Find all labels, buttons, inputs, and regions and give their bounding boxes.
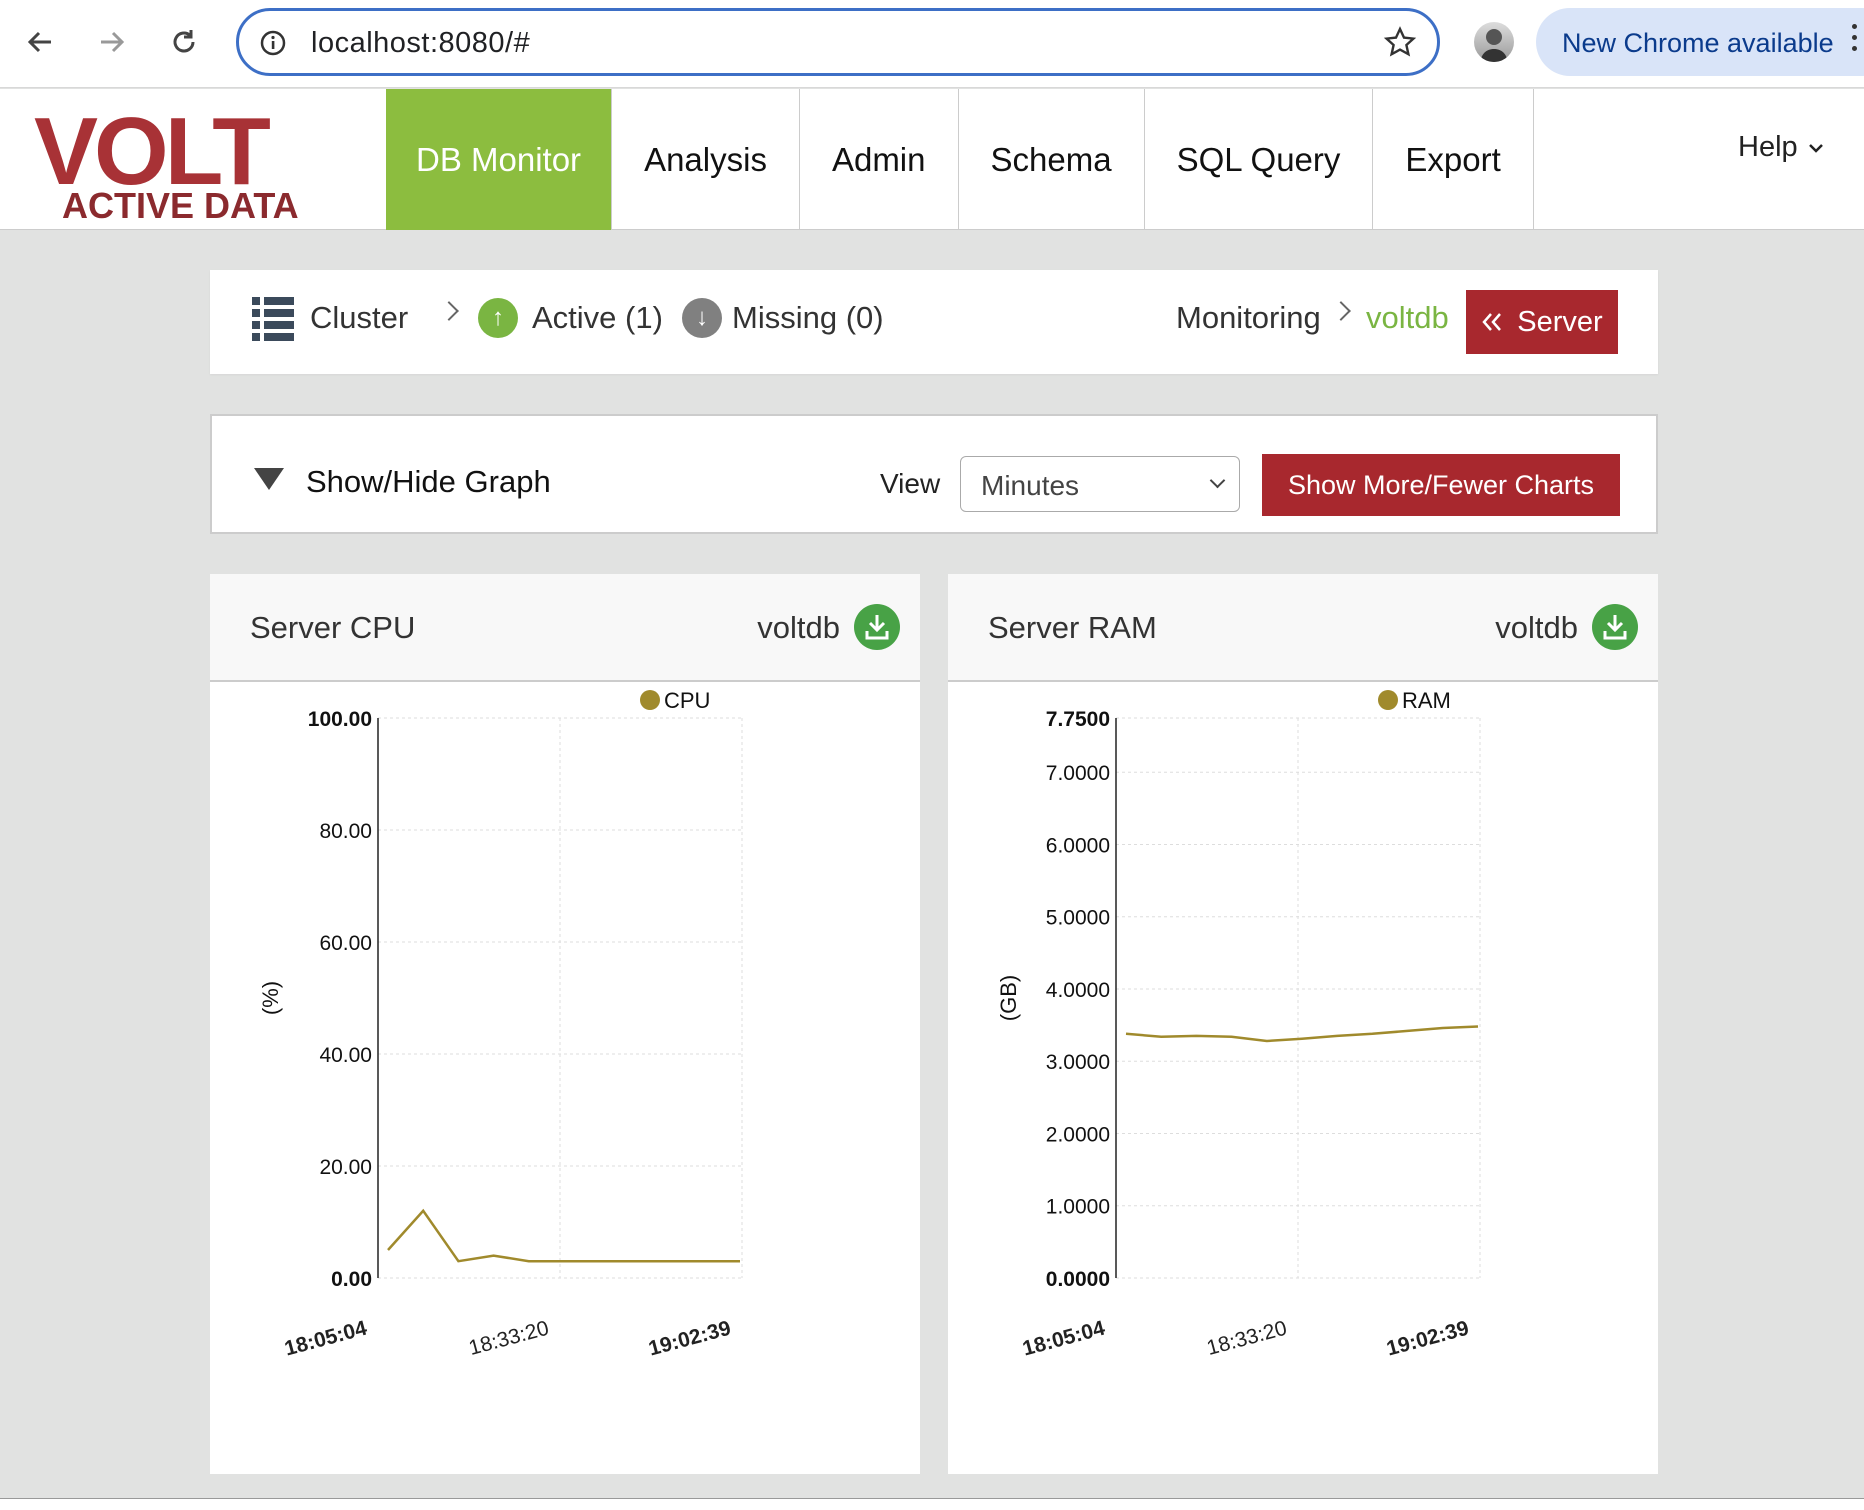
cluster-label: Cluster (310, 300, 409, 335)
series-line (387, 1208, 740, 1263)
help-menu[interactable]: Help (1738, 131, 1824, 164)
chevron-down-icon (1209, 472, 1226, 489)
chart-host: voltdb (1495, 610, 1578, 645)
url-text: localhost:8080/# (311, 27, 531, 59)
graph-controls: Show/Hide Graph View Minutes Show More/F… (210, 414, 1658, 534)
y-tick-label: 20.00 (319, 1156, 372, 1179)
x-tick-label: 18:33:20 (1204, 1317, 1289, 1360)
menu-db-monitor[interactable]: DB Monitor (386, 89, 613, 230)
forward-icon[interactable] (88, 18, 136, 66)
more-options-icon[interactable] (1852, 24, 1858, 57)
x-tick-label: 18:05:04 (282, 1317, 369, 1361)
collapse-triangle-icon[interactable] (254, 468, 284, 490)
x-tick-label: 18:05:04 (1020, 1317, 1107, 1361)
x-tick-label: 19:02:39 (646, 1317, 733, 1361)
missing-count[interactable]: Missing (0) (732, 300, 884, 336)
logo-sub: ACTIVE DATA (62, 185, 299, 226)
monitoring-label: Monitoring (1176, 300, 1321, 335)
ram-line-chart: 0.0000 1.0000 2.0000 3.0000 4.0000 5.0000 6.00… (996, 688, 1481, 1361)
download-icon[interactable] (854, 604, 900, 650)
legend-marker (640, 690, 660, 710)
legend-label: RAM (1402, 688, 1451, 713)
chrome-update-button[interactable]: New Chrome available (1536, 8, 1864, 76)
volt-logo[interactable]: VOLT ACTIVE DATA (34, 98, 324, 226)
server-button-label: Server (1517, 305, 1603, 338)
y-tick-label: 1.0000 (1046, 1196, 1110, 1219)
cluster-list-icon (252, 297, 294, 345)
menu-schema[interactable]: Schema (959, 89, 1145, 230)
chart-title: Server CPU (250, 610, 416, 645)
y-axis-label: (GB) (996, 975, 1021, 1021)
view-select[interactable]: Minutes (960, 456, 1240, 512)
show-more-charts-button[interactable]: Show More/Fewer Charts (1262, 454, 1620, 516)
menu-sql-query[interactable]: SQL Query (1145, 89, 1374, 230)
y-tick-label: 4.0000 (1046, 979, 1110, 1002)
view-select-value: Minutes (981, 470, 1080, 501)
chart-host: voltdb (757, 610, 840, 645)
y-tick-label: 80.00 (319, 820, 372, 843)
x-tick-label: 19:02:39 (1384, 1317, 1471, 1361)
cluster-breadcrumb: Cluster ↑ Active (1) ↓ Missing (0) Monit… (210, 270, 1658, 374)
reload-icon[interactable] (160, 18, 208, 66)
app-header: VOLT ACTIVE DATA DB Monitor Analysis Adm… (0, 89, 1864, 230)
active-arrow-icon: ↑ (478, 298, 518, 338)
show-hide-graph-toggle[interactable]: Show/Hide Graph (306, 464, 551, 500)
y-tick-label: 60.00 (319, 932, 372, 955)
help-label: Help (1738, 131, 1798, 163)
series-line (1125, 1025, 1479, 1043)
main-menu: DB Monitor Analysis Admin Schema SQL Que… (386, 89, 1534, 230)
db-name-link[interactable]: voltdb (1366, 300, 1449, 336)
chart-title: Server RAM (988, 610, 1157, 645)
download-icon[interactable] (1592, 604, 1638, 650)
chart-header: Server CPU voltdb (210, 574, 920, 682)
browser-toolbar: localhost:8080/# New Chrome available (0, 0, 1864, 88)
legend-label: CPU (664, 688, 710, 713)
active-count[interactable]: Active (1) (532, 300, 663, 336)
missing-arrow-icon: ↓ (682, 298, 722, 338)
server-cpu-chart-panel: Server CPU voltdb 0.00 20.00 40.00 60.00 80.… (210, 574, 920, 1474)
y-tick-label: 40.00 (319, 1044, 372, 1067)
site-info-icon[interactable] (259, 29, 287, 62)
x-tick-label: 18:33:20 (466, 1317, 551, 1360)
y-tick-label: 7.7500 (1046, 708, 1110, 731)
view-label: View (880, 468, 941, 499)
bookmark-star-icon[interactable] (1383, 25, 1417, 64)
server-ram-chart-panel: Server RAM voltdb 0.0000 1.0000 2.0000 3.00… (948, 574, 1658, 1474)
menu-admin[interactable]: Admin (800, 89, 959, 230)
chevron-right-icon (439, 301, 459, 321)
cpu-line-chart: 0.00 20.00 40.00 60.00 80.00 100.00 (%) 18:05:0… (258, 688, 743, 1361)
y-tick-label: 100.00 (308, 708, 372, 731)
y-tick-label: 0.00 (331, 1268, 372, 1291)
back-icon[interactable] (16, 18, 64, 66)
address-bar[interactable]: localhost:8080/# (236, 8, 1440, 76)
y-tick-label: 5.0000 (1046, 907, 1110, 930)
chevron-right-icon (1331, 301, 1351, 321)
menu-analysis[interactable]: Analysis (612, 89, 800, 230)
page-footer-edge (0, 1498, 1864, 1510)
y-tick-label: 6.0000 (1046, 834, 1110, 857)
menu-export[interactable]: Export (1373, 89, 1534, 230)
double-chevron-left-icon (1482, 313, 1502, 331)
legend-marker (1378, 690, 1398, 710)
y-tick-label: 7.0000 (1046, 762, 1110, 785)
server-button[interactable]: Server (1466, 290, 1618, 354)
chevron-down-icon (1808, 143, 1823, 153)
y-tick-label: 2.0000 (1046, 1123, 1110, 1146)
y-tick-label: 3.0000 (1046, 1051, 1110, 1074)
chart-header: Server RAM voltdb (948, 574, 1658, 682)
y-tick-label: 0.0000 (1046, 1268, 1110, 1291)
chrome-update-label: New Chrome available (1562, 28, 1834, 58)
y-axis-label: (%) (258, 981, 283, 1015)
profile-avatar[interactable] (1474, 22, 1514, 62)
